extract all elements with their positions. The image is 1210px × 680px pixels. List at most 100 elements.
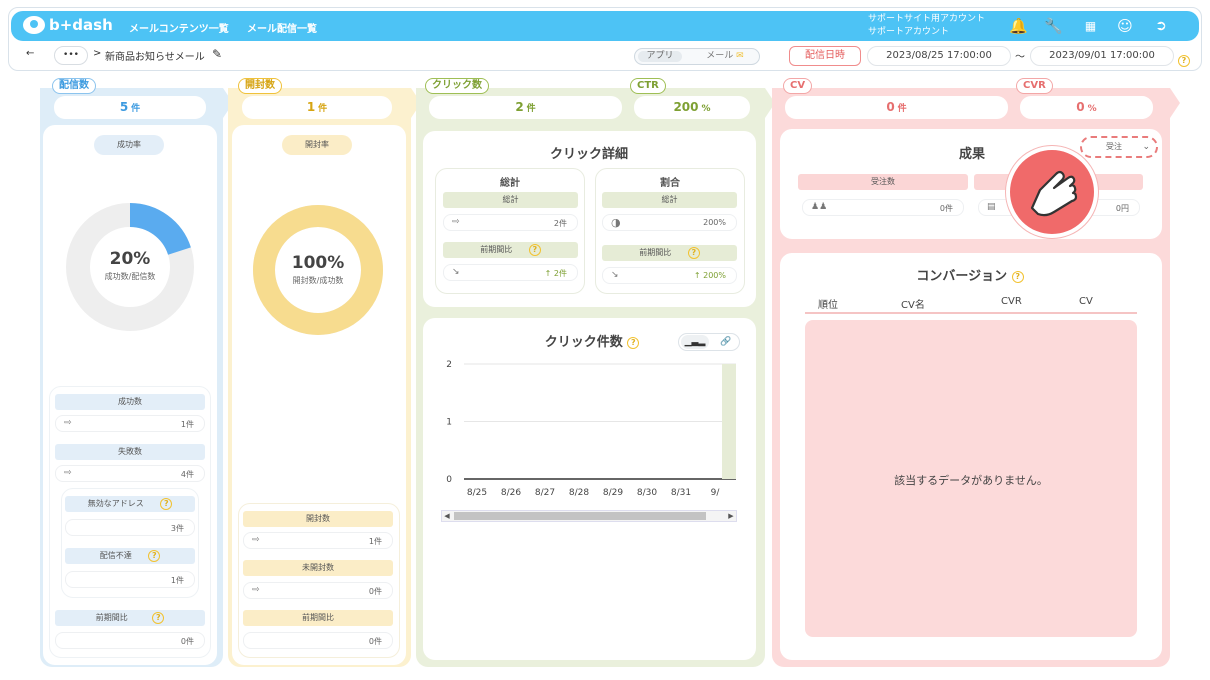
bar-chart-icon[interactable]: ▁▃▂ [681, 335, 709, 349]
scroll-right-arrow[interactable]: ▶ [726, 511, 736, 521]
delivery-count-value: 5件 [54, 96, 206, 119]
chart-view-toggle[interactable]: ▁▃▂ 🔗 [678, 333, 740, 351]
x-tick-label: 8/26 [501, 488, 521, 498]
ratio-prev-period-row: ↘ ↑ 200% [602, 267, 737, 284]
help-icon[interactable]: ? [528, 243, 541, 256]
unopened-count-label: 未開封数 [243, 560, 393, 576]
undelivered-row: 1件 [65, 571, 195, 588]
success-rate-percent: 20% [109, 249, 151, 269]
opened-count-row: ⇨ 1件 [243, 532, 393, 549]
x-tick-label: 8/25 [467, 488, 487, 498]
apps-grid-icon[interactable]: ▦ [1081, 17, 1099, 35]
result-title: 成果 [950, 143, 994, 162]
conversion-title: コンバージョン ? [906, 265, 1034, 284]
x-tick-label: 8/27 [535, 488, 555, 498]
fail-count-row: ⇨ 4件 [55, 465, 205, 482]
door-icon: ⇨ [252, 535, 260, 545]
door-icon: ⇨ [252, 585, 260, 595]
app-logo[interactable]: b+dash [23, 16, 113, 34]
click-prev-period-label: 前期間比 ? [443, 242, 578, 258]
cvr-value: 0% [1020, 96, 1153, 119]
pointer-hand-overlay [1006, 146, 1098, 238]
pie-icon: ◑ [611, 216, 621, 229]
x-tick-label: 8/31 [671, 488, 691, 498]
help-icon[interactable]: ? [1178, 50, 1190, 69]
ctr-tag: CTR [630, 78, 666, 94]
x-tick-label: 8/28 [569, 488, 589, 498]
x-tick-label: 8/30 [637, 488, 657, 498]
invalid-address-row: 3件 [65, 519, 195, 536]
help-icon[interactable]: ? [1011, 270, 1024, 283]
door-icon: ⇨ [452, 217, 460, 227]
help-icon[interactable]: ? [627, 336, 640, 349]
click-count-tag: クリック数 [425, 78, 489, 94]
chat-support-icon[interactable]: ☺ [1116, 17, 1134, 35]
click-count-chart: 0 1 2 8/25 8/26 8/27 8/28 8/29 8/30 8/31 9/ [446, 360, 736, 498]
end-date-input[interactable]: 2023/09/01 17:00:00 [1030, 46, 1174, 66]
success-rate-label: 成功率 [94, 135, 164, 155]
back-button[interactable]: ← [26, 48, 34, 59]
line-chart-icon: ↘ [452, 267, 460, 277]
col-rank[interactable]: 順位 [818, 296, 838, 311]
click-count-value: 2件 [429, 96, 622, 119]
x-tick-label: 9/ [711, 488, 721, 498]
chevron-down-icon: ⌄ [1142, 142, 1150, 152]
col-cvr[interactable]: CVR [1001, 296, 1022, 307]
y-tick-label: 2 [446, 360, 452, 370]
door-icon: ⇨ [64, 468, 72, 478]
delivery-count-tag: 配信数 [52, 78, 96, 94]
app-mail-toggle[interactable]: アプリ メール ✉ [634, 48, 760, 65]
col-cv[interactable]: CV [1079, 296, 1093, 307]
link-icon[interactable]: 🔗 [715, 335, 737, 349]
scroll-thumb[interactable] [454, 512, 706, 520]
click-prev-period-row: ↘ ↑ 2件 [443, 264, 578, 281]
edit-pencil-icon[interactable]: ✎ [212, 47, 222, 61]
invalid-address-label: 無効なアドレス ? [65, 496, 195, 512]
success-count-row: ⇨ 1件 [55, 415, 205, 432]
mail-icon: ✉ [736, 51, 744, 61]
pointing-hand-icon [1030, 170, 1078, 217]
opened-count-label: 開封数 [243, 511, 393, 527]
y-tick-label: 1 [446, 418, 452, 428]
help-icon[interactable]: ? [148, 549, 161, 562]
door-icon: ⇨ [64, 418, 72, 428]
click-bar[interactable] [722, 364, 736, 479]
tab-mail[interactable]: メール ✉ [695, 49, 755, 64]
scroll-left-arrow[interactable]: ◀ [442, 511, 452, 521]
open-count-value: 1件 [242, 96, 392, 119]
table-header-divider [805, 312, 1137, 314]
col-cv-name[interactable]: CV名 [901, 296, 925, 311]
help-icon[interactable]: ? [152, 611, 165, 624]
nav-mail-delivery[interactable]: メール配信一覧 [247, 20, 317, 35]
x-tick-label: 8/29 [603, 488, 623, 498]
logo-icon [23, 16, 45, 34]
success-rate-sublabel: 成功数/配信数 [104, 272, 156, 281]
order-count-row: ♟♟ 0件 [802, 199, 964, 216]
open-rate-sublabel: 開封数/成功数 [292, 276, 344, 285]
tab-app[interactable]: アプリ [638, 51, 682, 62]
bell-icon[interactable]: 🔔 [1009, 17, 1028, 35]
ctr-value: 200% [634, 96, 750, 119]
start-date-input[interactable]: 2023/08/25 17:00:00 [867, 46, 1011, 66]
top-bar: b+dash メールコンテンツ一覧 メール配信一覧 サポートサイト用アカウントサ… [11, 11, 1199, 41]
chart-scrollbar[interactable]: ◀ ▶ [441, 510, 737, 522]
cv-value: 0件 [785, 96, 1008, 119]
account-name[interactable]: サポートサイト用アカウント サポートアカウント [868, 13, 985, 39]
delivery-prev-period-row: 0件 [55, 632, 205, 649]
page-title: 新商品お知らせメール [105, 52, 205, 63]
empty-message: 該当するデータがありません。 [894, 474, 1048, 487]
money-icon: ▤ [987, 202, 996, 212]
help-icon[interactable]: ? [687, 246, 700, 259]
logout-icon[interactable]: ➲ [1152, 17, 1170, 35]
delivery-prev-period-label: 前期間比 ? [55, 610, 205, 626]
undelivered-label: 配信不達 ? [65, 548, 195, 564]
success-count-label: 成功数 [55, 394, 205, 410]
cv-tag: CV [783, 78, 813, 94]
wrench-icon[interactable]: 🔧 [1044, 17, 1063, 35]
click-detail-title: クリック詳細 [542, 143, 636, 162]
breadcrumb-more-button[interactable]: ••• [54, 46, 88, 65]
click-total-title: 総計 [500, 178, 520, 189]
nav-mail-contents[interactable]: メールコンテンツ一覧 [129, 20, 229, 35]
help-icon[interactable]: ? [160, 497, 173, 510]
delivery-datetime-button[interactable]: 配信日時 [789, 46, 861, 66]
